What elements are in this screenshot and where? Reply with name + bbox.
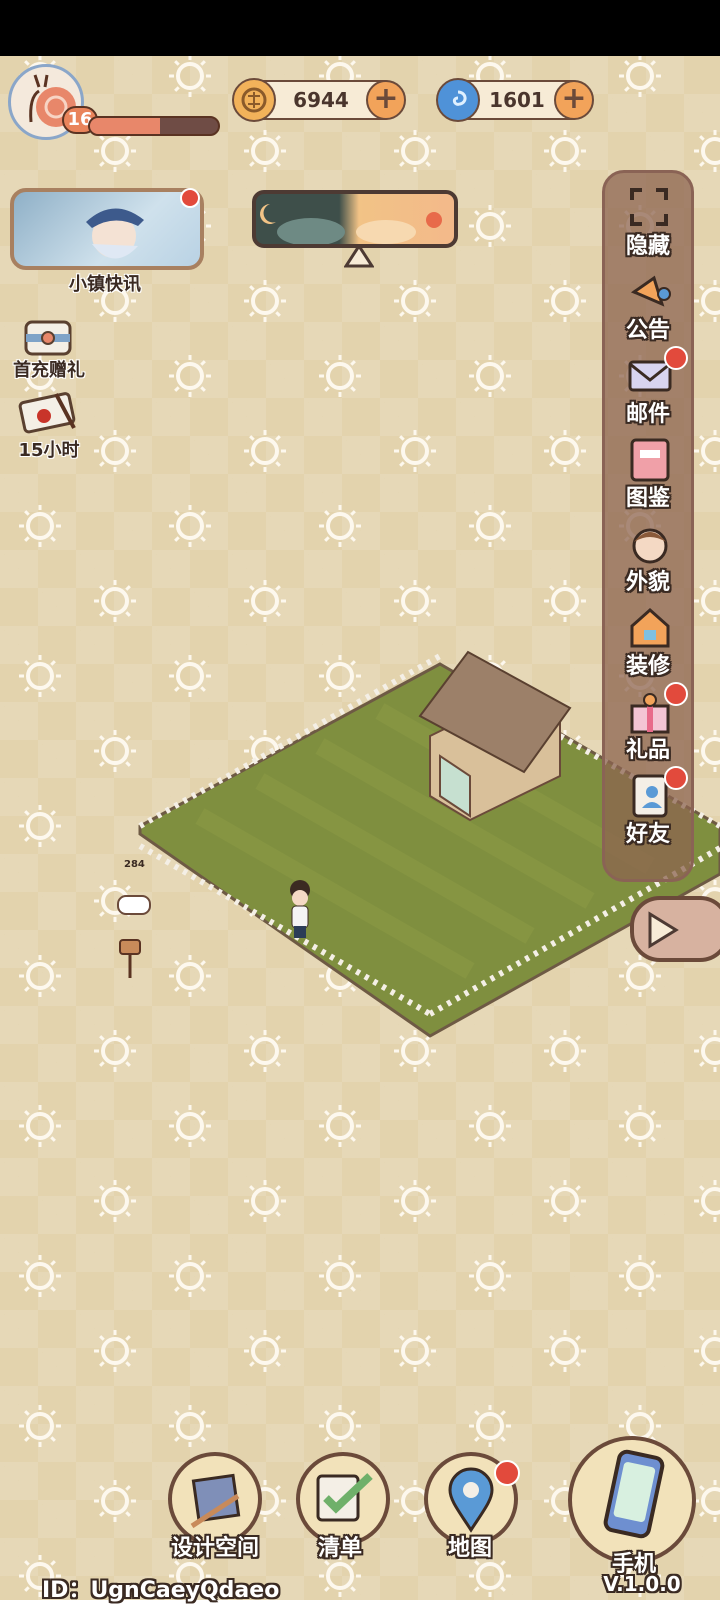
menu-item-decorate[interactable]: 装修 [602, 598, 694, 682]
letter-timer-label: 15小时 [18, 440, 80, 461]
first-charge-gift-button[interactable] [22, 318, 74, 358]
menu-label-friends: 好友 [625, 822, 670, 847]
gem-counter: 1601 + [436, 78, 594, 122]
sealed-letter-icon [18, 392, 76, 434]
coin-counter: 6944 + [232, 78, 406, 122]
menu-label-mail: 邮件 [625, 402, 670, 427]
menu-item-mail[interactable]: 邮件 [602, 346, 694, 430]
version-label: V.1.0.0 [603, 1572, 681, 1596]
menu-alert-dot [664, 682, 688, 706]
menu-alert-dot [664, 346, 688, 370]
news-character-portrait [86, 208, 144, 259]
first-charge-gift-label: 首充赠礼 [13, 360, 85, 381]
day-night-bar [252, 190, 458, 248]
expand-frame-icon [630, 188, 668, 226]
add-gem-button[interactable]: + [554, 80, 594, 120]
menu-item-notice[interactable]: 公告 [602, 262, 694, 346]
menu-item-friends[interactable]: 好友 [602, 766, 694, 850]
status-bar [0, 0, 720, 56]
megaphone-icon [630, 275, 671, 307]
gem-value: 1601 [489, 88, 545, 112]
mailbox-count: 284 [124, 859, 145, 870]
add-coin-button[interactable]: + [366, 80, 406, 120]
news-alert-dot [180, 188, 200, 208]
menu-item-hide[interactable]: 隐藏 [602, 178, 694, 262]
town-news-card[interactable] [10, 188, 204, 270]
house-wrench-icon [630, 607, 670, 648]
menu-label-decorate: 装修 [625, 654, 670, 679]
experience-fill [90, 118, 161, 134]
coin-icon [232, 78, 276, 122]
phone-button[interactable] [568, 1436, 696, 1564]
map-label: 地图 [447, 1536, 492, 1561]
time-indicator-icon [344, 244, 374, 268]
town-news-label: 小镇快讯 [69, 274, 141, 295]
coin-value: 6944 [293, 88, 349, 112]
swirl-gem-icon [436, 78, 480, 122]
moon-cloud-sun-icons [260, 204, 442, 244]
menu-label-notice: 公告 [625, 318, 670, 343]
menu-item-gift[interactable]: 礼品 [602, 682, 694, 766]
menu-item-appearance[interactable]: 外貌 [602, 514, 694, 598]
design-space-label: 设计空间 [170, 1536, 259, 1561]
book-icon [630, 438, 670, 482]
menu-alert-dot [664, 766, 688, 790]
menu-label-gift: 礼品 [625, 738, 670, 763]
mailbox[interactable] [117, 895, 151, 978]
letter-event-button[interactable] [16, 388, 80, 436]
player-id: ID：UgnCaeyQdaeo [42, 1578, 280, 1603]
expand-arrow-button[interactable] [630, 896, 720, 962]
menu-item-collection[interactable]: 图鉴 [602, 430, 694, 514]
checklist-label: 清单 [317, 1536, 362, 1561]
map-alert-dot [494, 1460, 520, 1486]
menu-label-hide: 隐藏 [625, 234, 670, 259]
play-arrow-icon [648, 911, 679, 949]
experience-bar [88, 116, 220, 136]
gift-envelope-icon [24, 320, 72, 356]
smartphone-icon [603, 1449, 665, 1539]
menu-label-collection: 图鉴 [625, 486, 670, 511]
menu-label-appearance: 外貌 [625, 570, 670, 595]
face-icon [632, 528, 668, 564]
